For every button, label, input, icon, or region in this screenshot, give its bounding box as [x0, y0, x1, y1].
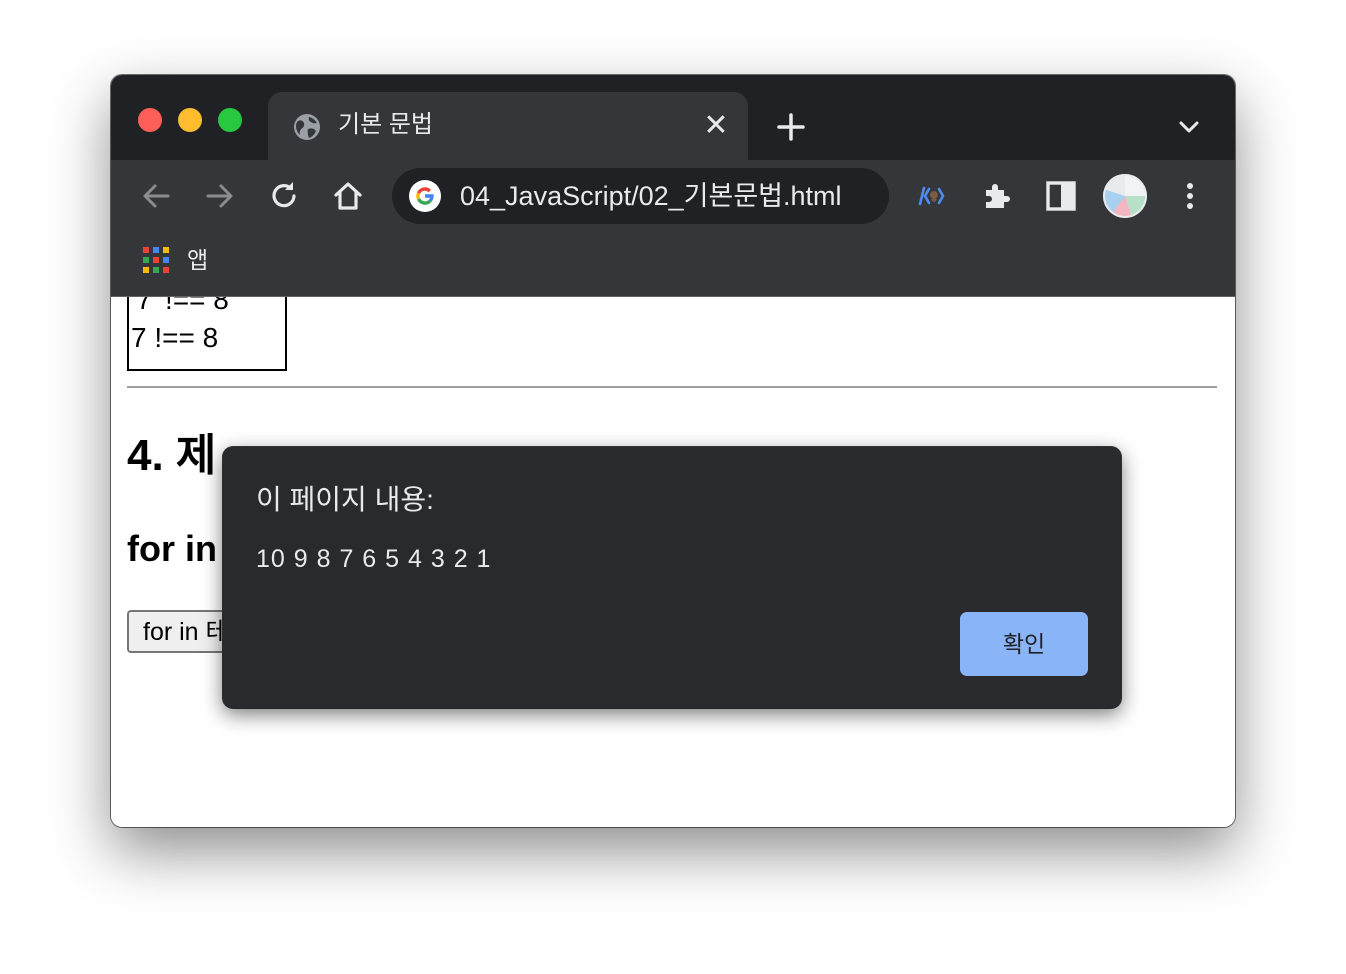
- close-window-button[interactable]: [138, 108, 162, 132]
- comparison-line: 7 !== 8: [131, 322, 219, 353]
- google-icon: [409, 180, 441, 212]
- alert-dialog: 이 페이지 내용: 10 9 8 7 6 5 4 3 2 1 확인: [223, 447, 1121, 708]
- plus-icon[interactable]: [773, 109, 809, 145]
- tab-strip: 기본 문법 ✕: [111, 75, 1235, 160]
- minimize-window-button[interactable]: [178, 108, 202, 132]
- zoom-window-button[interactable]: [218, 108, 242, 132]
- section-heading: 4. 제: [127, 431, 217, 480]
- dialog-message: 10 9 8 7 6 5 4 3 2 1: [256, 545, 492, 573]
- comparison-table: '7' !== 8 7 !== 8: [127, 297, 287, 371]
- devtools-extension-icon[interactable]: [915, 178, 951, 214]
- toolbar: 04_JavaScript/02_기본문법.html: [111, 160, 1235, 232]
- globe-icon: [294, 114, 320, 140]
- apps-grid-icon[interactable]: [142, 246, 170, 274]
- tab-title: 기본 문법: [338, 111, 433, 138]
- dialog-title: 이 페이지 내용:: [256, 484, 434, 515]
- reload-icon[interactable]: [266, 178, 302, 214]
- forward-arrow-icon[interactable]: [202, 178, 238, 214]
- chevron-down-icon[interactable]: [1175, 113, 1203, 141]
- bookmarks-bar: 앱: [111, 232, 1235, 297]
- url-text: 04_JavaScript/02_기본문법.html: [460, 181, 842, 211]
- comparison-line: '7' !== 8: [131, 297, 229, 315]
- menu-dots-icon[interactable]: [1175, 178, 1205, 214]
- divider: [127, 386, 1217, 388]
- side-panel-icon[interactable]: [1043, 178, 1079, 214]
- home-icon[interactable]: [330, 178, 366, 214]
- avatar[interactable]: [1103, 174, 1147, 218]
- close-icon[interactable]: ✕: [700, 110, 732, 142]
- address-bar[interactable]: 04_JavaScript/02_기본문법.html: [392, 168, 889, 224]
- apps-label[interactable]: 앱: [187, 246, 208, 274]
- puzzle-icon[interactable]: [979, 178, 1015, 214]
- page-content: '7' !== 8 7 !== 8 4. 제 for in 문 for in 테…: [111, 297, 1235, 827]
- tab-active[interactable]: 기본 문법 ✕: [268, 92, 748, 160]
- browser-window: 기본 문법 ✕ 04_JavaScript/02_기본문법.html 앱 '7'…: [111, 75, 1235, 827]
- back-arrow-icon[interactable]: [138, 178, 174, 214]
- ok-button[interactable]: 확인: [960, 612, 1088, 676]
